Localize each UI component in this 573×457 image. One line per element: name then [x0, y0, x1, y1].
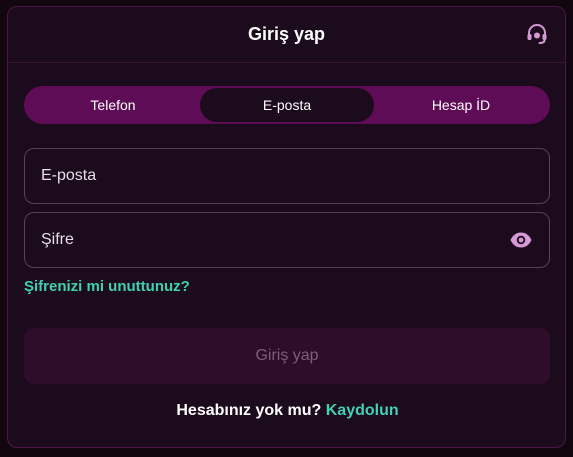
tab-email[interactable]: E-posta	[200, 88, 374, 122]
login-button[interactable]: Giriş yap	[24, 328, 550, 384]
login-modal: Giriş yap Telefon E-posta Hesap İD E-pos…	[7, 6, 566, 448]
email-field-container	[24, 148, 550, 204]
modal-header: Giriş yap	[8, 7, 565, 63]
tab-label: Hesap İD	[431, 97, 491, 113]
tab-label: E-posta	[262, 97, 312, 113]
password-field[interactable]	[41, 231, 509, 249]
signup-prompt: Hesabınız yok mu? Kaydolun	[8, 402, 565, 420]
login-method-tabs: Telefon E-posta Hesap İD	[24, 86, 550, 124]
signup-prompt-text: Hesabınız yok mu?	[176, 402, 322, 419]
tab-phone[interactable]: Telefon	[26, 88, 200, 122]
modal-title: Giriş yap	[247, 24, 326, 44]
email-field[interactable]	[41, 167, 533, 185]
headset-icon[interactable]	[525, 22, 549, 46]
signup-link[interactable]: Kaydolun	[326, 402, 399, 419]
forgot-password-link[interactable]: Şifrenizi mi unuttunuz?	[24, 278, 190, 295]
eye-icon[interactable]	[509, 228, 533, 252]
password-field-container	[24, 212, 550, 268]
tab-account-id[interactable]: Hesap İD	[374, 88, 548, 122]
tab-label: Telefon	[90, 97, 136, 113]
